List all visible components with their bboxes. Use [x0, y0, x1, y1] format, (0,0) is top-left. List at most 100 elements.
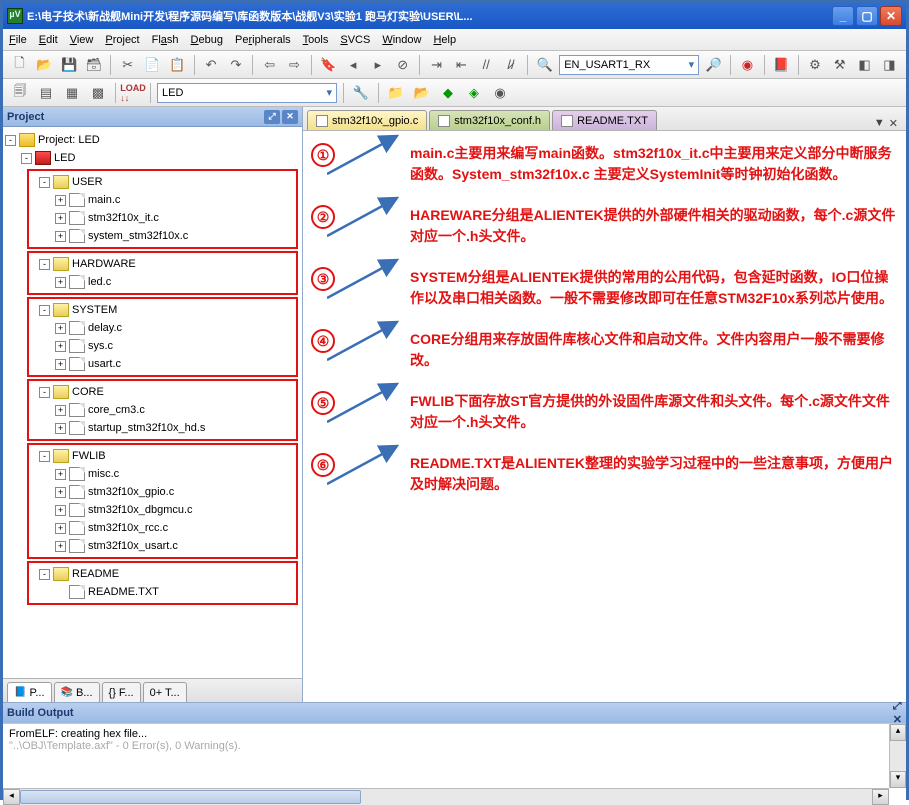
config-button4[interactable]: ◨ [879, 54, 900, 76]
tab-conf[interactable]: stm32f10x_conf.h [429, 110, 550, 130]
bookmark-clear-button[interactable]: ⊘ [392, 54, 413, 76]
minimize-button[interactable]: _ [832, 6, 854, 26]
panel-close-icon[interactable]: ✕ [282, 110, 298, 124]
panel-maximize-icon[interactable]: ⤢ [264, 110, 280, 124]
outdent-button[interactable]: ⇤ [451, 54, 472, 76]
target-combo[interactable]: LED▾ [157, 83, 337, 103]
tab-project[interactable]: 📘 P... [7, 682, 52, 702]
menu-project[interactable]: Project [105, 34, 139, 46]
tree-file[interactable]: +stm32f10x_gpio.c [29, 483, 296, 501]
menu-tools[interactable]: Tools [303, 34, 329, 46]
tree-group[interactable]: -CORE [29, 383, 296, 401]
open-button[interactable]: 📂 [34, 54, 55, 76]
find-go-button[interactable]: 🔎 [703, 54, 724, 76]
menu-file[interactable]: File [9, 34, 27, 46]
tree-file[interactable]: +system_stm32f10x.c [29, 227, 296, 245]
bookmark-next-button[interactable]: ▸ [368, 54, 389, 76]
debug-button[interactable]: ◉ [737, 54, 758, 76]
arrow-icon [347, 216, 402, 218]
tree-group[interactable]: -HARDWARE [29, 255, 296, 273]
build-button[interactable]: ▤ [35, 82, 57, 104]
nav-back-button[interactable]: ⇦ [259, 54, 280, 76]
tree-file[interactable]: +stm32f10x_it.c [29, 209, 296, 227]
build-line: FromELF: creating hex file... [9, 728, 900, 740]
tree-file[interactable]: +core_cm3.c [29, 401, 296, 419]
manage-button4[interactable]: ◈ [463, 82, 485, 104]
tree-file[interactable]: +usart.c [29, 355, 296, 373]
menu-flash[interactable]: Flash [152, 34, 179, 46]
undo-button[interactable]: ↶ [201, 54, 222, 76]
rebuild-button[interactable]: ▦ [61, 82, 83, 104]
tree-file[interactable]: +led.c [29, 273, 296, 291]
save-all-button[interactable]: 🗃 [83, 54, 104, 76]
find-button[interactable]: 🔍 [534, 54, 555, 76]
paste-button[interactable]: 📋 [167, 54, 188, 76]
arrow-icon [347, 154, 402, 156]
project-panel-title: Project [7, 111, 44, 123]
download-button[interactable]: LOAD↓↓ [122, 82, 144, 104]
tree-file[interactable]: +startup_stm32f10x_hd.s [29, 419, 296, 437]
indent-button[interactable]: ⇥ [426, 54, 447, 76]
menu-window[interactable]: Window [382, 34, 421, 46]
tree-file[interactable]: +misc.c [29, 465, 296, 483]
tree-file[interactable]: +delay.c [29, 319, 296, 337]
manage-button1[interactable]: 📁 [385, 82, 407, 104]
build-output-text[interactable]: FromELF: creating hex file... "..\OBJ\Te… [3, 723, 906, 805]
arrow-icon [347, 278, 402, 280]
tree-file[interactable]: +sys.c [29, 337, 296, 355]
cut-button[interactable]: ✂ [117, 54, 138, 76]
tree-file[interactable]: README.TXT [29, 583, 296, 601]
vscrollbar[interactable]: ▴▾ [889, 724, 906, 788]
uncomment-button[interactable]: /̷/ [501, 54, 522, 76]
tree-file[interactable]: +main.c [29, 191, 296, 209]
close-button[interactable]: ✕ [880, 6, 902, 26]
menu-edit[interactable]: Edit [39, 34, 58, 46]
config-button1[interactable]: ⚙ [804, 54, 825, 76]
redo-button[interactable]: ↷ [226, 54, 247, 76]
comment-button[interactable]: // [476, 54, 497, 76]
translate-button[interactable]: 🗐 [9, 82, 31, 104]
annotation-text: main.c主要用来编写main函数。stm32f10x_it.c中主要用来定义… [410, 143, 898, 185]
new-button[interactable]: 🗋 [9, 54, 30, 76]
config-button2[interactable]: ⚒ [829, 54, 850, 76]
tab-menu-icon[interactable]: ▼ [874, 117, 885, 130]
tree-file[interactable]: +stm32f10x_rcc.c [29, 519, 296, 537]
maximize-button[interactable]: ▢ [856, 6, 878, 26]
copy-button[interactable]: 📄 [142, 54, 163, 76]
tab-books[interactable]: 📚 B... [54, 682, 100, 702]
help-button[interactable]: 📕 [771, 54, 792, 76]
tree-file[interactable]: +stm32f10x_usart.c [29, 537, 296, 555]
find-combo[interactable]: EN_USART1_RX▾ [559, 55, 699, 75]
tab-functions[interactable]: {} F... [102, 682, 141, 702]
nav-fwd-button[interactable]: ⇨ [284, 54, 305, 76]
tree-group[interactable]: -USER [29, 173, 296, 191]
manage-button2[interactable]: 📂 [411, 82, 433, 104]
menu-help[interactable]: Help [433, 34, 456, 46]
tree-root[interactable]: -Project: LED [5, 131, 300, 149]
bookmark-prev-button[interactable]: ◂ [343, 54, 364, 76]
tree-group[interactable]: -README [29, 565, 296, 583]
batch-build-button[interactable]: ▩ [87, 82, 109, 104]
tab-templates[interactable]: 0+ T... [143, 682, 187, 702]
manage-button5[interactable]: ◉ [489, 82, 511, 104]
manage-button3[interactable]: ◆ [437, 82, 459, 104]
tree-target[interactable]: -LED [5, 149, 300, 167]
annotation-text: SYSTEM分组是ALIENTEK提供的常用的公用代码，包含延时函数，IO口位操… [410, 267, 898, 309]
tree-group[interactable]: -SYSTEM [29, 301, 296, 319]
app-icon: µV [7, 8, 23, 24]
menu-peripherals[interactable]: Peripherals [235, 34, 291, 46]
tree-file[interactable]: +stm32f10x_dbgmcu.c [29, 501, 296, 519]
project-tree[interactable]: -Project: LED-LED-USER+main.c+stm32f10x_… [3, 127, 302, 678]
tab-close-icon[interactable]: ✕ [889, 117, 898, 130]
tab-gpio[interactable]: stm32f10x_gpio.c [307, 110, 427, 130]
menu-debug[interactable]: Debug [191, 34, 223, 46]
hscrollbar[interactable]: ◂▸ [3, 788, 889, 805]
tab-readme[interactable]: README.TXT [552, 110, 657, 130]
save-button[interactable]: 💾 [59, 54, 80, 76]
config-button3[interactable]: ◧ [854, 54, 875, 76]
tree-group[interactable]: -FWLIB [29, 447, 296, 465]
menu-svcs[interactable]: SVCS [340, 34, 370, 46]
options-button[interactable]: 🔧 [350, 82, 372, 104]
menu-view[interactable]: View [70, 34, 94, 46]
bookmark-button[interactable]: 🔖 [318, 54, 339, 76]
